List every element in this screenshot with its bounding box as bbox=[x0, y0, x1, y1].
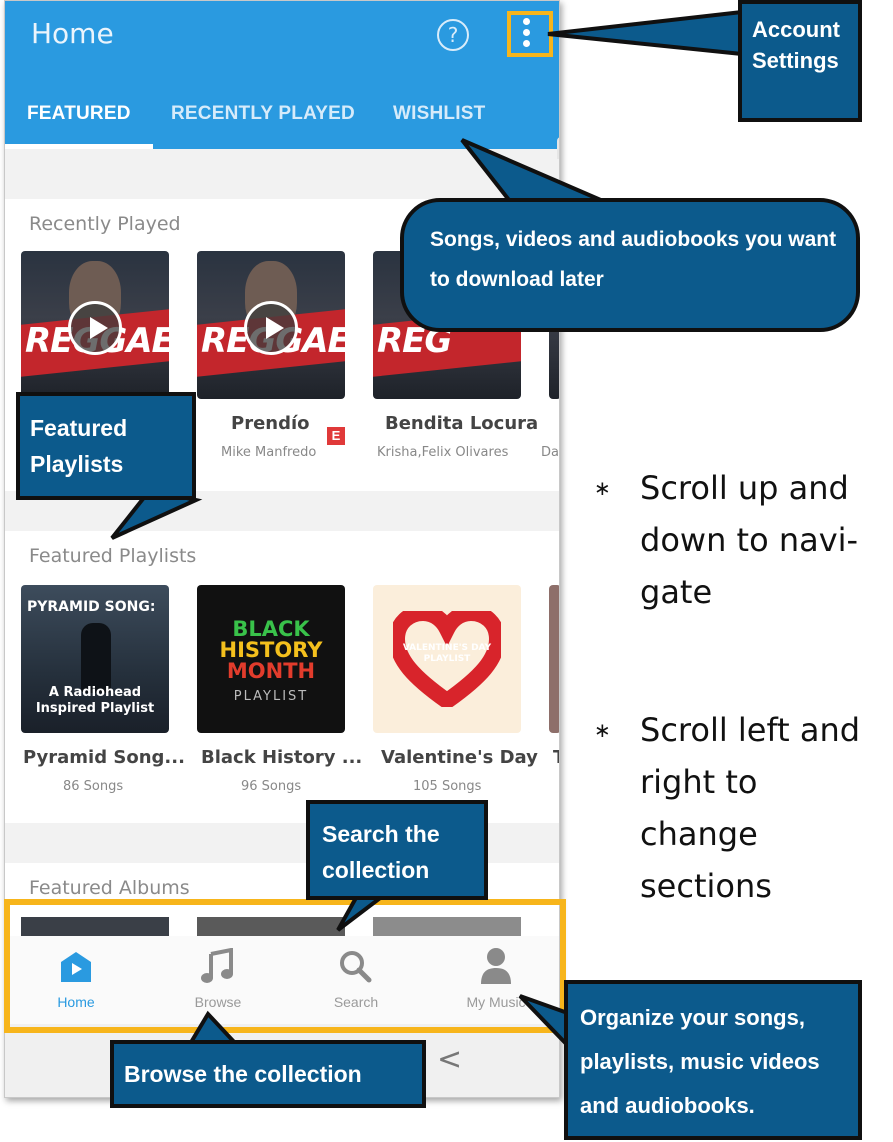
callout-pointer bbox=[547, 9, 744, 57]
instruction-line: sections bbox=[640, 867, 772, 905]
bullet-marker: ∗ bbox=[594, 476, 611, 500]
callout-my-music: Organize your songs, playlists, music vi… bbox=[564, 980, 862, 1140]
instruction-line: right to change bbox=[640, 763, 758, 853]
callout-account-settings: Account Settings bbox=[738, 0, 862, 122]
bullet-marker: ∗ bbox=[594, 718, 611, 742]
callout-featured-playlists: Featured Playlists bbox=[16, 392, 196, 500]
callout-text: Featured bbox=[30, 415, 128, 441]
instruction-text: Scroll left and right to change sections bbox=[640, 704, 880, 912]
callout-text: Settings bbox=[752, 48, 839, 73]
callout-text: playlists, music videos bbox=[580, 1049, 820, 1074]
callout-text: collection bbox=[322, 857, 430, 883]
callout-text: and audiobooks. bbox=[580, 1093, 755, 1118]
callout-text: Account bbox=[752, 17, 840, 42]
callout-text: Organize your songs, bbox=[580, 1005, 805, 1030]
callout-browse: Browse the collection bbox=[110, 1040, 426, 1108]
instruction-line: gate bbox=[640, 573, 713, 611]
callout-text: Browse the collection bbox=[124, 1061, 362, 1087]
instruction-line: down to navi- bbox=[640, 521, 859, 559]
callout-text: Search the bbox=[322, 821, 440, 847]
instruction-line: Scroll up and bbox=[640, 469, 849, 507]
callout-wishlist: Songs, videos and audiobooks you want to… bbox=[400, 198, 860, 332]
instruction-line: Scroll left and bbox=[640, 711, 861, 749]
callout-text: Songs, videos and audiobooks bbox=[430, 228, 740, 251]
callout-text: Playlists bbox=[30, 451, 124, 477]
instruction-text: Scroll up and down to navi- gate bbox=[640, 462, 880, 618]
callout-search: Search the collection bbox=[306, 800, 488, 900]
